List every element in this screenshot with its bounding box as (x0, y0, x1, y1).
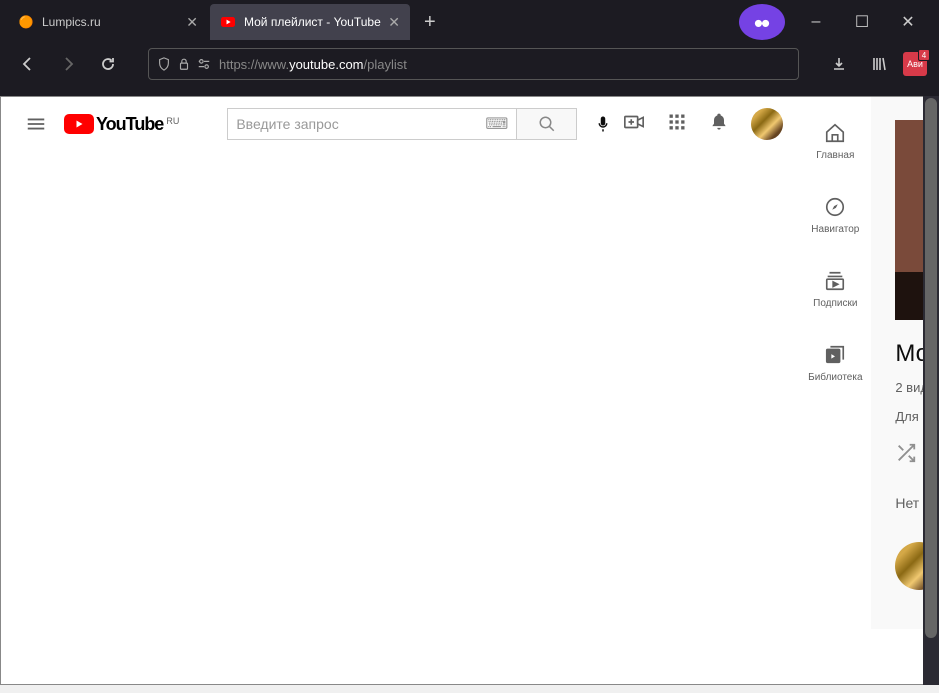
tab-title: Мой плейлист - YouTube (244, 15, 381, 29)
sidebar-label: Навигатор (811, 224, 859, 235)
youtube-logo[interactable]: YouTube RU (64, 114, 179, 135)
browser-tab-active[interactable]: Мой плейлист - YouTube ✕ (210, 4, 410, 40)
download-icon[interactable] (823, 48, 855, 80)
incognito-icon (739, 4, 785, 40)
youtube-region: RU (166, 116, 179, 126)
sidebar-label: Библиотека (808, 372, 862, 383)
youtube-sidebar: Главная Навигатор Подписки Библиотека (799, 96, 871, 629)
shuffle-button[interactable] (895, 442, 917, 469)
close-window-button[interactable]: ✕ (885, 4, 931, 40)
lock-icon (177, 57, 191, 71)
sidebar-label: Главная (816, 150, 854, 161)
search-button[interactable] (517, 108, 577, 140)
sidebar-item-library[interactable]: Библиотека (799, 326, 871, 400)
url-bar[interactable]: https://www.youtube.com/playlist (148, 48, 799, 80)
youtube-logo-text: YouTube (96, 114, 163, 135)
youtube-play-icon (64, 114, 94, 134)
user-avatar[interactable] (751, 108, 783, 140)
library-icon[interactable] (863, 48, 895, 80)
search-input[interactable]: Введите запрос ⌨ (227, 108, 517, 140)
maximize-button[interactable]: ☐ (839, 4, 885, 40)
youtube-header: YouTube RU Введите запрос ⌨ (0, 96, 799, 152)
voice-search-button[interactable] (583, 104, 623, 144)
url-text: https://www.youtube.com/playlist (219, 57, 407, 72)
close-tab-icon[interactable]: ✕ (186, 14, 198, 31)
sidebar-label: Подписки (813, 298, 857, 309)
apps-grid-icon[interactable] (667, 112, 687, 137)
tab-title: Lumpics.ru (42, 15, 101, 29)
favicon-youtube (220, 14, 236, 30)
shield-icon (157, 57, 171, 71)
sidebar-item-subscriptions[interactable]: Подписки (799, 252, 871, 326)
back-button[interactable] (12, 48, 44, 80)
forward-button[interactable] (52, 48, 84, 80)
browser-tab[interactable]: 🟠 Lumpics.ru ✕ (8, 4, 208, 40)
notifications-icon[interactable] (709, 112, 729, 137)
keyboard-icon[interactable]: ⌨ (485, 114, 508, 134)
browser-tab-bar: 🟠 Lumpics.ru ✕ Мой плейлист - YouTube ✕ … (0, 0, 939, 40)
sidebar-item-explore[interactable]: Навигатор (799, 178, 871, 252)
hamburger-menu-icon[interactable] (16, 104, 56, 144)
extension-badge[interactable]: Ави (903, 52, 927, 76)
scrollbar-thumb[interactable] (925, 98, 937, 638)
permissions-icon (197, 57, 211, 71)
sidebar-item-home[interactable]: Главная (799, 104, 871, 178)
reload-button[interactable] (92, 48, 124, 80)
minimize-button[interactable]: – (793, 4, 839, 40)
favicon-lumpics: 🟠 (18, 14, 34, 30)
new-tab-button[interactable]: + (412, 11, 448, 34)
scrollbar[interactable] (923, 96, 939, 685)
browser-nav-bar: https://www.youtube.com/playlist Ави (0, 40, 939, 88)
create-video-icon[interactable] (623, 111, 645, 138)
close-tab-icon[interactable]: ✕ (388, 14, 400, 31)
